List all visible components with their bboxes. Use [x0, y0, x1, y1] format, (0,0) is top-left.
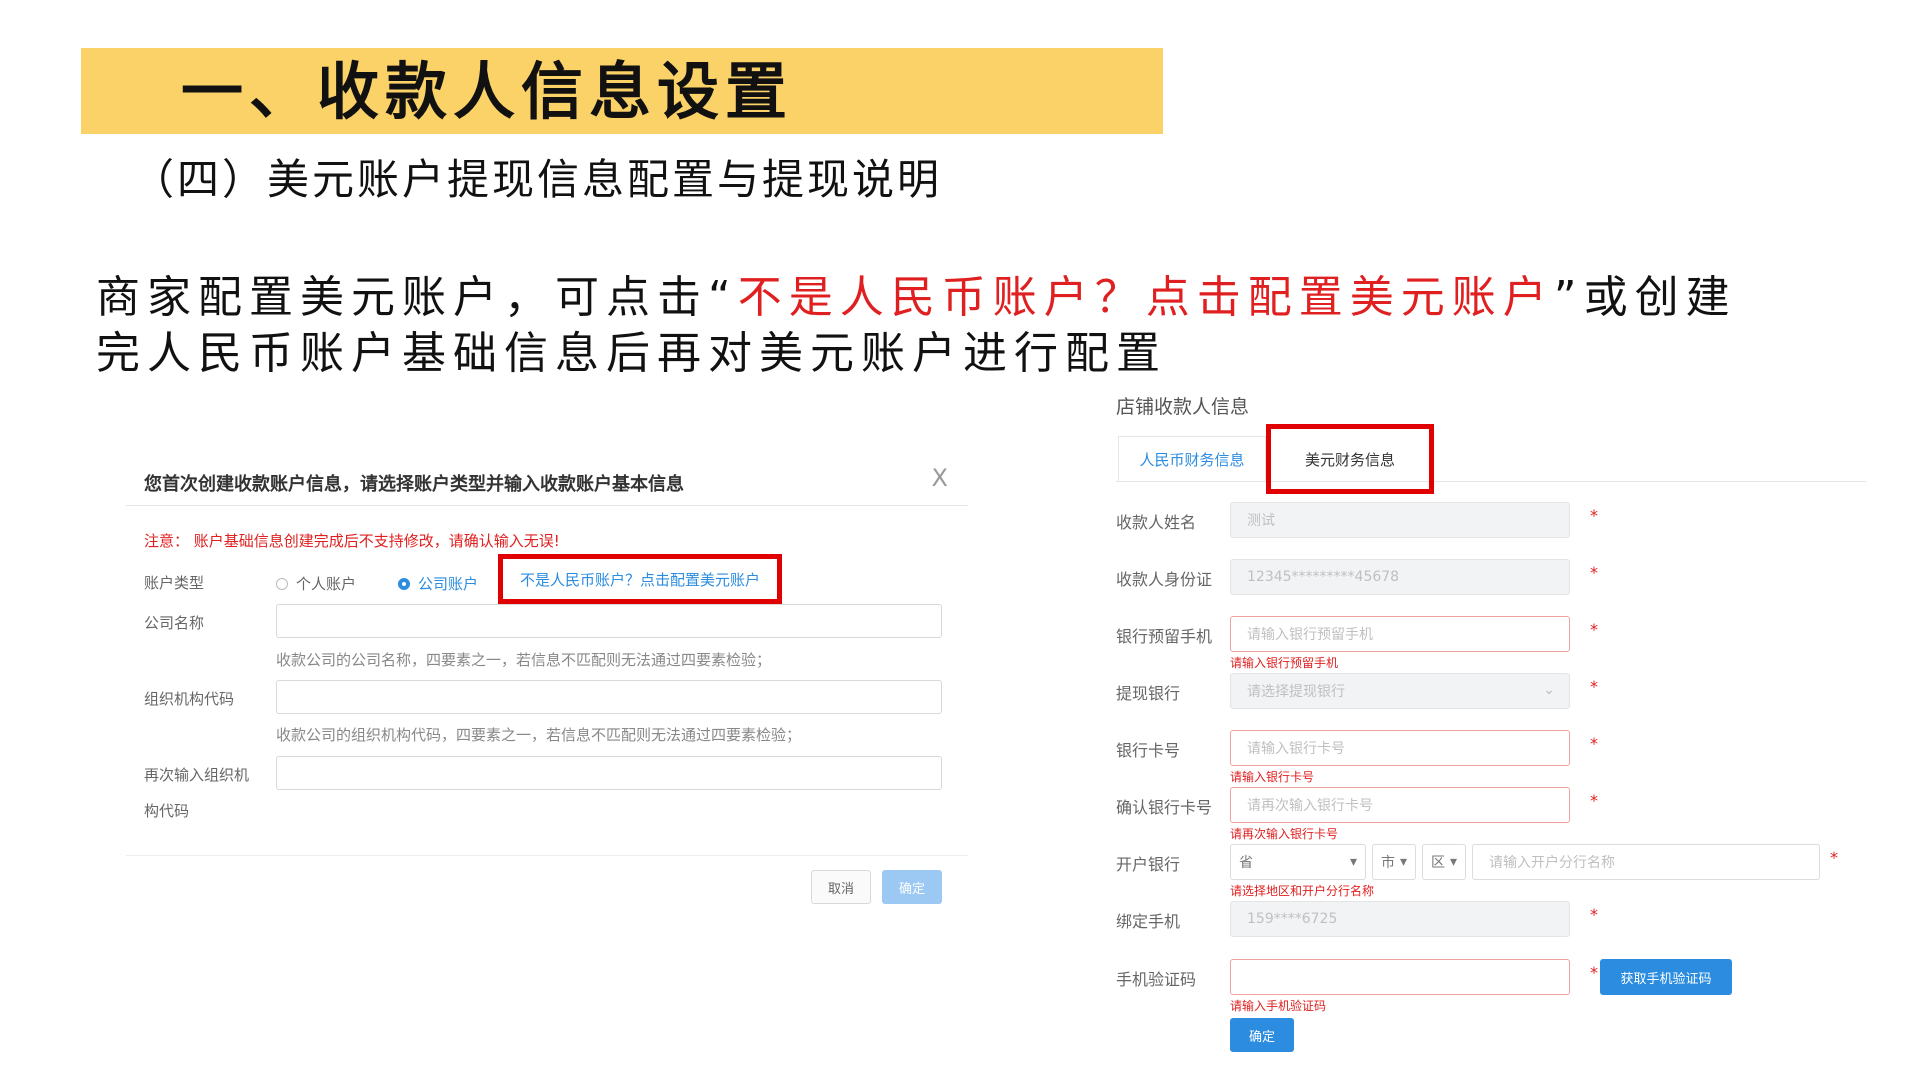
district-select[interactable]: 区 ▾: [1422, 844, 1466, 880]
caret-down-icon: ▾: [1399, 854, 1407, 870]
caret-down-icon: ▾: [1449, 854, 1457, 870]
district-value: 区: [1431, 855, 1445, 871]
tab-cny-finance[interactable]: 人民币财务信息: [1118, 436, 1266, 482]
form-confirm-button[interactable]: 确定: [1230, 1018, 1294, 1052]
radio-company-label: 公司账户: [418, 575, 479, 593]
confirm-button[interactable]: 确定: [882, 870, 942, 904]
slide-description: 商家配置美元账户，可点击“不是人民币账户？点击配置美元账户”或创建完人民币账户基…: [96, 270, 1776, 382]
withdraw-bank-placeholder: 请选择提现银行: [1247, 684, 1345, 700]
usd-account-link[interactable]: 不是人民币账户？点击配置美元账户: [498, 554, 782, 604]
caret-down-icon: ▾: [1349, 854, 1357, 870]
get-sms-code-button[interactable]: 获取手机验证码: [1600, 959, 1732, 995]
description-highlight: 不是人民币账户？点击配置美元账户: [737, 272, 1554, 323]
radio-circle-icon: [276, 577, 288, 590]
card-number-error: 请输入银行卡号: [1230, 770, 1315, 784]
required-mark: *: [1830, 848, 1838, 867]
bank-phone-label: 银行预留手机: [1116, 627, 1213, 646]
radio-personal-account[interactable]: 个人账户: [276, 573, 356, 594]
card-number-input[interactable]: 请输入银行卡号: [1230, 730, 1570, 766]
required-mark: *: [1590, 677, 1598, 696]
org-code-hint: 收款公司的组织机构代码，四要素之一，若信息不匹配则无法通过四要素检验；: [276, 726, 802, 744]
radio-personal-label: 个人账户: [296, 575, 357, 593]
required-mark: *: [1590, 791, 1598, 810]
sms-code-error: 请输入手机验证码: [1230, 999, 1327, 1013]
org-code-confirm-input[interactable]: [276, 756, 942, 790]
payee-id-label: 收款人身份证: [1116, 570, 1213, 589]
create-account-dialog: 您首次创建收款账户信息，请选择账户类型并输入收款账户基本信息 X 注意： 账户基…: [126, 450, 968, 915]
sms-code-label: 手机验证码: [1116, 970, 1197, 989]
payee-name-label: 收款人姓名: [1116, 513, 1197, 532]
card-number-label: 银行卡号: [1116, 741, 1181, 760]
org-code-label: 组织机构代码: [144, 690, 235, 708]
chevron-down-icon: ⌄: [1543, 682, 1555, 698]
required-mark: *: [1590, 563, 1598, 582]
description-text-start: 商家配置美元账户，可点击“: [96, 272, 738, 323]
payee-id-field[interactable]: 12345*********45678: [1230, 559, 1570, 595]
slide-subtitle: （四）美元账户提现信息配置与提现说明: [132, 155, 943, 204]
required-mark: *: [1590, 620, 1598, 639]
close-icon[interactable]: X: [932, 464, 948, 492]
city-select[interactable]: 市 ▾: [1372, 844, 1416, 880]
cancel-button[interactable]: 取消: [811, 870, 871, 904]
card-confirm-input[interactable]: 请再次输入银行卡号: [1230, 787, 1570, 823]
province-value: 省: [1239, 855, 1253, 871]
open-bank-error: 请选择地区和开户分行名称: [1230, 884, 1375, 898]
dialog-footer-divider: [126, 855, 968, 856]
form-title: 店铺收款人信息: [1116, 396, 1250, 418]
tab-usd-finance[interactable]: 美元财务信息: [1266, 424, 1434, 494]
org-code-input[interactable]: [276, 680, 942, 714]
payee-name-field[interactable]: 测试: [1230, 502, 1570, 538]
slide-title: 一、收款人信息设置: [181, 55, 794, 128]
card-confirm-error: 请再次输入银行卡号: [1230, 827, 1339, 841]
dialog-divider: [126, 505, 968, 506]
sms-code-input[interactable]: [1230, 959, 1570, 995]
payee-info-form: 店铺收款人信息 人民币财务信息 美元财务信息 收款人姓名 测试 * 收款人身份证…: [1106, 372, 1866, 1080]
withdraw-bank-select[interactable]: 请选择提现银行 ⌄: [1230, 673, 1570, 709]
dialog-title: 您首次创建收款账户信息，请选择账户类型并输入收款账户基本信息: [144, 474, 684, 495]
company-name-hint: 收款公司的公司名称，四要素之一，若信息不匹配则无法通过四要素检验；: [276, 651, 772, 669]
open-bank-label: 开户银行: [1116, 855, 1181, 874]
org-code-confirm-label: 再次输入组织机: [144, 766, 250, 784]
company-name-label: 公司名称: [144, 614, 205, 632]
bind-phone-field[interactable]: 159****6725: [1230, 901, 1570, 937]
required-mark: *: [1590, 734, 1598, 753]
bank-phone-input[interactable]: 请输入银行预留手机: [1230, 616, 1570, 652]
account-type-label: 账户类型: [144, 574, 205, 592]
dialog-warning: 注意： 账户基础信息创建完成后不支持修改，请确认输入无误!: [144, 532, 560, 550]
org-code-confirm-label-line2: 构代码: [144, 802, 190, 820]
card-confirm-label: 确认银行卡号: [1116, 798, 1213, 817]
radio-selected-icon: [398, 577, 410, 590]
bank-phone-error: 请输入银行预留手机: [1230, 656, 1339, 670]
required-mark: *: [1590, 905, 1598, 924]
required-mark: *: [1590, 963, 1598, 982]
required-mark: *: [1590, 506, 1598, 525]
bind-phone-label: 绑定手机: [1116, 912, 1181, 931]
province-select[interactable]: 省 ▾: [1230, 844, 1366, 880]
company-name-input[interactable]: [276, 604, 942, 638]
radio-company-account[interactable]: 公司账户: [398, 573, 478, 594]
withdraw-bank-label: 提现银行: [1116, 684, 1181, 703]
city-value: 市: [1381, 855, 1395, 871]
branch-name-input[interactable]: 请输入开户分行名称: [1472, 844, 1820, 880]
